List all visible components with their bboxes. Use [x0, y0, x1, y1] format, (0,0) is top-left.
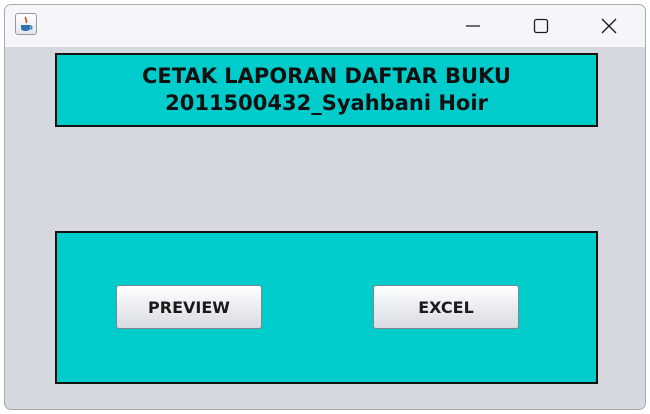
close-icon: [601, 18, 617, 34]
action-panel: PREVIEW EXCEL: [55, 231, 598, 384]
preview-button[interactable]: PREVIEW: [116, 285, 262, 329]
maximize-button[interactable]: [509, 5, 573, 47]
minimize-icon: [466, 25, 480, 27]
excel-button[interactable]: EXCEL: [373, 285, 519, 329]
minimize-button[interactable]: [441, 5, 505, 47]
close-button[interactable]: [577, 5, 641, 47]
report-title-panel: CETAK LAPORAN DAFTAR BUKU 2011500432_Sya…: [55, 53, 598, 127]
student-id-name: 2011500432_Syahbani Hoir: [165, 91, 488, 115]
maximize-icon: [533, 18, 549, 34]
java-cup-glyph: [21, 16, 33, 31]
java-cup-icon[interactable]: [15, 13, 37, 35]
app-window: CETAK LAPORAN DAFTAR BUKU 2011500432_Sya…: [4, 4, 646, 410]
report-title: CETAK LAPORAN DAFTAR BUKU: [142, 64, 511, 88]
title-bar[interactable]: [5, 5, 645, 47]
